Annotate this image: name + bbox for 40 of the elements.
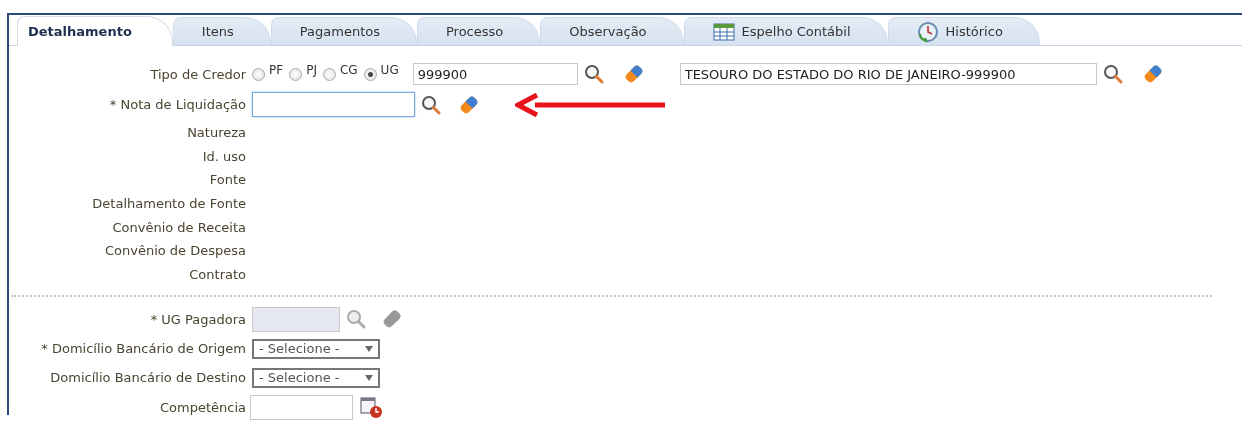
field-label: * Nota de Liquidação [108, 97, 246, 112]
tab[interactable]: Pagamentos [270, 17, 417, 45]
field-label: Detalhamento de Fonte [91, 195, 246, 214]
search-icon[interactable] [1102, 64, 1123, 84]
radio-button[interactable] [322, 67, 336, 81]
tab[interactable]: Detalhamento [17, 16, 173, 46]
search-icon[interactable] [421, 94, 441, 115]
input-field[interactable] [252, 92, 415, 117]
field-label: Id. uso [201, 147, 246, 166]
radio-button[interactable] [363, 67, 377, 81]
radio-label: PJ [306, 63, 317, 77]
tab[interactable]: Histórico [887, 17, 1040, 45]
date-field[interactable] [250, 394, 353, 420]
radio-button[interactable] [252, 67, 265, 81]
table-icon [712, 22, 735, 41]
field-label: Convênio de Despesa [103, 242, 246, 261]
field-label: * Domicílio Bancário de Origem [40, 341, 246, 357]
code-field[interactable]: 999900 [412, 63, 578, 85]
field-label: Domicílio Bancário de Destino [49, 370, 246, 386]
name-field[interactable]: TESOURO DO ESTADO DO RIO DE JANEIRO-999900 [679, 63, 1097, 85]
search-icon[interactable] [583, 64, 604, 84]
tab[interactable]: Observação [540, 17, 684, 45]
radio-label: PF [269, 63, 284, 77]
tab[interactable]: Processo [416, 17, 541, 45]
tab[interactable]: Itens [172, 17, 271, 45]
calendar-icon[interactable] [359, 395, 383, 420]
tab[interactable]: Espelho Contábil [683, 17, 888, 45]
radio-label: CG [339, 63, 358, 77]
field-label: Competência [159, 399, 246, 415]
field-label: Fonte [208, 171, 246, 190]
field-label: * UG Pagadora [149, 311, 246, 327]
select-dropdown[interactable]: - Selecione - [252, 338, 380, 359]
field-label: Natureza [186, 124, 246, 142]
radio-label: UG [380, 63, 399, 77]
field-label: Tipo de Credor [149, 66, 246, 82]
field-label: Convênio de Receita [111, 218, 246, 237]
clock-icon [916, 20, 939, 43]
field-label: Contrato [188, 266, 246, 285]
select-dropdown[interactable]: - Selecione - [252, 367, 380, 388]
radio-button[interactable] [289, 67, 303, 81]
